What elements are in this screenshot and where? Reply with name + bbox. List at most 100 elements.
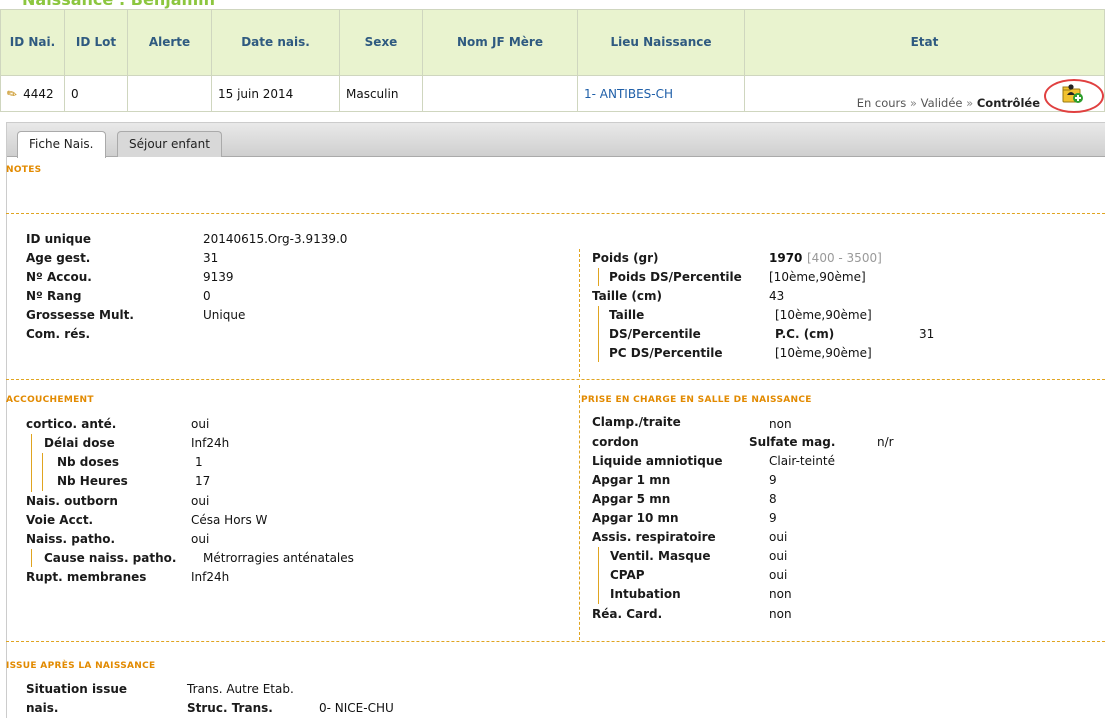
indent-bar <box>598 268 599 286</box>
tab-fiche-nais[interactable]: Fiche Nais. <box>17 131 106 158</box>
label-accou: Nº Accou. <box>26 270 92 284</box>
value-situation: Trans. Autre Etab. <box>187 682 294 696</box>
label-apgar1: Apgar 1 mn <box>592 473 671 487</box>
label-poids-ds: Poids DS/Percentile <box>609 270 742 284</box>
col-header-nom-jf[interactable]: Nom JF Mère <box>422 9 578 76</box>
col-header-id-nai[interactable]: ID Nai. <box>0 9 65 76</box>
label-liquide: Liquide amniotique <box>592 454 723 468</box>
cell-date: 15 juin 2014 <box>211 75 340 112</box>
etat-workflow: En cours » Validée » Contrôlée <box>857 96 1040 110</box>
cell-sexe: Masculin <box>339 75 423 112</box>
divider <box>6 379 1105 380</box>
label-rea: Réa. Card. <box>592 607 663 621</box>
pencil-icon[interactable]: ✎ <box>4 85 20 102</box>
label-pc: P.C. (cm) <box>775 327 835 341</box>
label-apgar5: Apgar 5 mn <box>592 492 671 506</box>
birth-table: ID Nai. ID Lot Alerte Date nais. Sexe No… <box>0 9 1105 113</box>
value-poids-range: [400 - 3500] <box>807 251 882 265</box>
label-cordon: cordon <box>592 435 639 449</box>
indent-bar <box>598 306 599 362</box>
value-apgar10: 9 <box>769 511 777 525</box>
value-nb-doses: 1 <box>195 455 203 469</box>
value-clamp: non <box>769 417 792 431</box>
value-taille: 43 <box>769 289 785 303</box>
value-poids-ds: [10ème,90ème] <box>769 270 866 284</box>
value-accou: 9139 <box>203 270 234 284</box>
tab-bar: Fiche Nais. Séjour enfant <box>7 123 1105 158</box>
label-patho: Naiss. patho. <box>26 532 116 546</box>
cell-etat: En cours » Validée » Contrôlée <box>744 75 1105 113</box>
col-header-alerte[interactable]: Alerte <box>127 9 212 76</box>
label-ds-percentile: DS/Percentile <box>609 327 701 341</box>
highlight-circle <box>1044 79 1104 113</box>
table-header-row: ID Nai. ID Lot Alerte Date nais. Sexe No… <box>0 9 1105 76</box>
value-rea: non <box>769 607 792 621</box>
cell-nom-jf <box>422 75 578 112</box>
col-header-id-lot[interactable]: ID Lot <box>64 9 128 76</box>
label-nb-heures: Nb Heures <box>57 474 128 488</box>
value-pc: 31 <box>919 327 935 341</box>
table-row[interactable]: ✎ 4442 0 15 juin 2014 Masculin 1- ANTIBES… <box>0 75 1105 113</box>
section-title-issue: Issue après la naissance <box>6 661 156 671</box>
cell-id-nai[interactable]: ✎ 4442 <box>0 75 65 112</box>
value-outborn: oui <box>191 494 210 508</box>
tab-sejour-enfant[interactable]: Séjour enfant <box>117 131 222 157</box>
cell-id-lot: 0 <box>64 75 128 112</box>
label-age-gest: Age gest. <box>26 251 91 265</box>
divider <box>6 641 1105 642</box>
id-nai-value: 4442 <box>23 86 54 101</box>
etat-separator: » <box>909 96 917 110</box>
label-cause: Cause naiss. patho. <box>44 551 177 565</box>
label-intubation: Intubation <box>610 587 681 601</box>
label-clamp: Clamp./traite <box>592 415 681 429</box>
lieu-link[interactable]: 1- ANTIBES-CH <box>584 87 673 101</box>
divider <box>6 213 1105 214</box>
col-header-sexe[interactable]: Sexe <box>339 9 423 76</box>
value-rang: 0 <box>203 289 211 303</box>
section-title-notes: Notes <box>6 165 42 175</box>
page-title: Naissance : Benjamin <box>22 0 215 9</box>
detail-panel: Fiche Nais. Séjour enfant Notes ID uniqu… <box>6 122 1105 718</box>
value-nb-heures: 17 <box>195 474 211 488</box>
value-struc-trans: 0- NICE-CHU <box>319 701 394 715</box>
value-intubation: non <box>769 587 792 601</box>
label-sulfate: Sulfate mag. <box>749 435 836 449</box>
value-delai: Inf24h <box>191 436 230 450</box>
col-header-etat[interactable]: Etat <box>744 9 1105 76</box>
value-rupt: Inf24h <box>191 570 230 584</box>
etat-step-en-cours: En cours <box>856 96 907 110</box>
etat-separator: » <box>966 96 974 110</box>
cell-lieu: 1- ANTIBES-CH <box>577 75 745 112</box>
label-delai: Délai dose <box>44 436 115 450</box>
label-com-res: Com. rés. <box>26 327 91 341</box>
label-voie: Voie Acct. <box>26 513 94 527</box>
value-age-gest: 31 <box>203 251 219 265</box>
value-apgar5: 8 <box>769 492 777 506</box>
value-pc-ds: [10ème,90ème] <box>775 346 872 360</box>
label-outborn: Nais. outborn <box>26 494 118 508</box>
label-struc-trans: Struc. Trans. <box>187 701 273 715</box>
section-title-prise-en-charge: Prise en charge en salle de naissance <box>581 395 812 405</box>
label-apgar10: Apgar 10 mn <box>592 511 679 525</box>
label-rupt: Rupt. membranes <box>26 570 147 584</box>
col-header-lieu[interactable]: Lieu Naissance <box>577 9 745 76</box>
label-nais: nais. <box>26 701 59 715</box>
label-assis: Assis. respiratoire <box>592 530 716 544</box>
label-nb-doses: Nb doses <box>57 455 120 469</box>
value-poids: 1970 <box>769 251 803 265</box>
indent-bar <box>31 434 32 492</box>
value-cause: Métrorragies anténatales <box>203 551 354 565</box>
value-cpap: oui <box>769 568 788 582</box>
cell-alerte <box>127 75 212 112</box>
label-poids: Poids (gr) <box>592 251 659 265</box>
indent-bar <box>42 453 43 491</box>
section-title-accouchement: Accouchement <box>6 395 94 405</box>
value-ventil: oui <box>769 549 788 563</box>
label-cpap: CPAP <box>610 568 645 582</box>
label-cortico: cortico. anté. <box>26 417 117 431</box>
col-header-date[interactable]: Date nais. <box>211 9 340 76</box>
label-grossesse: Grossesse Mult. <box>26 308 134 322</box>
value-grossesse: Unique <box>203 308 246 322</box>
value-liquide: Clair-teinté <box>769 454 836 468</box>
value-id-unique: 20140615.Org-3.9139.0 <box>203 232 348 246</box>
